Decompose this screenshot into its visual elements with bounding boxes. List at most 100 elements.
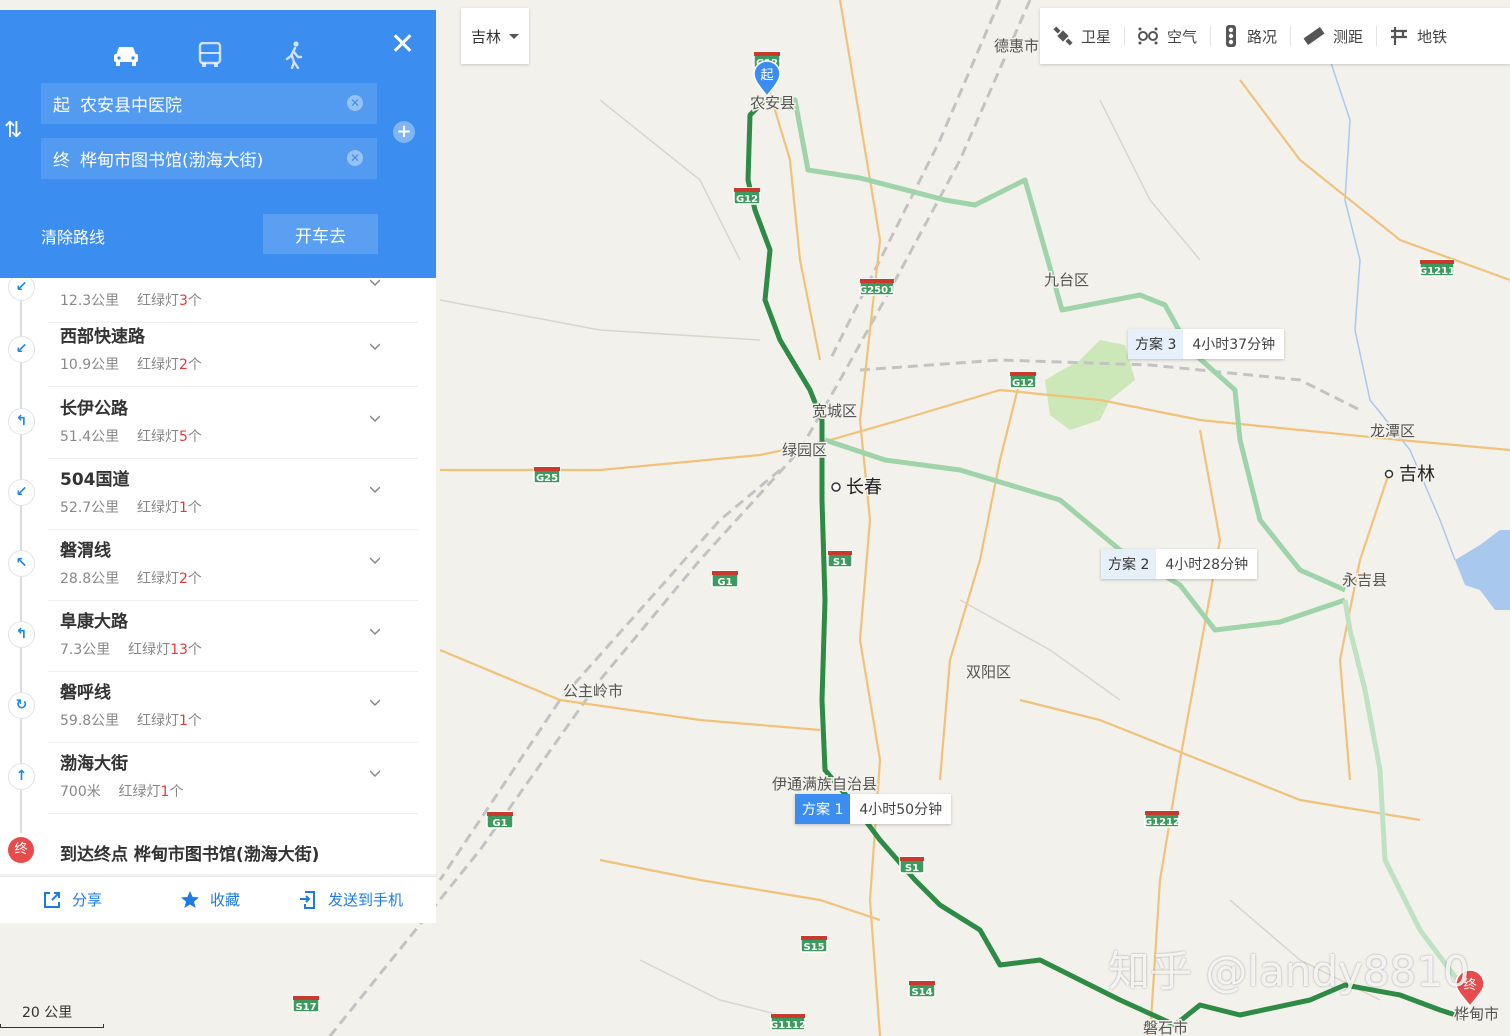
divider [48, 813, 418, 814]
traffic-light-icon [1226, 25, 1237, 47]
clear-route-link[interactable]: 清除路线 [41, 224, 105, 248]
send-to-phone-button[interactable]: 发送到手机 [298, 889, 403, 910]
clear-end-icon[interactable]: ✕ [347, 150, 363, 166]
map-scale: 20 公里 [0, 998, 110, 1036]
chevron-down-icon[interactable] [370, 342, 380, 352]
start-field[interactable]: 起 农安县中医院 ✕ [41, 83, 377, 124]
send-icon [300, 890, 315, 909]
arrow-down-left-icon: ↙ [8, 479, 35, 506]
chevron-down-icon[interactable] [370, 769, 380, 779]
place-huadian: 桦甸市 [1454, 1005, 1499, 1023]
scale-bar [0, 1024, 104, 1028]
place-longtan: 龙潭区 [1370, 422, 1415, 440]
close-icon[interactable]: ✕ [390, 30, 415, 60]
turn-left-icon: ↰ [8, 621, 35, 648]
end-tag: 终 [53, 151, 70, 171]
watermark: 知乎 @landy8810 [1108, 947, 1470, 996]
svg-text:G25: G25 [536, 473, 558, 484]
swap-icon[interactable]: ⇅ [4, 118, 22, 143]
route-step[interactable]: ↻ 磐呼线 59.8公里 红绿灯1个 [0, 672, 436, 743]
route-step[interactable]: ↖ 磐渭线 28.8公里 红绿灯2个 [0, 530, 436, 601]
place-changchun: 长春 [846, 477, 882, 498]
route-step[interactable]: ↰ 长伊公路 51.4公里 红绿灯5个 [0, 388, 436, 459]
walk-icon [285, 41, 303, 69]
plan-time: 4小时37分钟 [1192, 337, 1276, 353]
tool-subway[interactable]: 地铁 [1376, 8, 1460, 64]
tool-measure[interactable]: 测距 [1290, 8, 1376, 64]
plan-number: 方案 2 [1101, 549, 1157, 579]
star-icon [181, 890, 199, 908]
step-meta: 7.3公里 红绿灯13个 [60, 642, 202, 658]
tool-satellite[interactable]: 卫星 [1040, 8, 1124, 64]
map-toolbar: 卫星 空气 路况 测距 地铁 [1040, 8, 1510, 64]
svg-text:G2501: G2501 [859, 285, 895, 296]
step-meta: 28.8公里 红绿灯2个 [60, 571, 202, 587]
route-step[interactable]: ↙ 504国道 52.7公里 红绿灯1个 [0, 459, 436, 530]
turn-left-icon: ↰ [8, 408, 35, 435]
scale-label: 20 公里 [22, 1005, 73, 1021]
city-label: 吉林 [470, 27, 501, 46]
share-button[interactable]: 分享 [42, 889, 102, 910]
tool-air[interactable]: 空气 [1124, 8, 1210, 64]
place-shuangyang: 双阳区 [966, 663, 1011, 681]
svg-text:S1: S1 [833, 557, 847, 568]
route-step[interactable]: ↰ 阜康大路 7.3公里 红绿灯13个 [0, 601, 436, 672]
mode-bus[interactable] [193, 38, 227, 72]
step-meta: 12.3公里 红绿灯3个 [60, 293, 202, 309]
chevron-down-icon[interactable] [370, 414, 380, 424]
place-nongan: 农安县 [750, 94, 795, 112]
city-dot-changchun [831, 482, 841, 492]
route-steps-list[interactable]: ↙ 12.3公里 红绿灯3个 ↙ 西部快速路 10.9公里 红绿灯2个 ↰ 长伊… [0, 278, 436, 874]
svg-text:S14: S14 [911, 987, 932, 998]
step-road: 磐渭线 [60, 541, 111, 561]
arrive-destination[interactable]: 终 到达终点 桦甸市图书馆(渤海大街) [0, 834, 436, 874]
route-panel-header: ✕ ⇅ 起 农安县中医院 ✕ 终 桦甸市图书馆(渤海大街) ✕ + 清除路线 开… [0, 10, 436, 278]
chevron-down-icon[interactable] [370, 627, 380, 637]
ruler-icon [1303, 26, 1325, 46]
step-road: 西部快速路 [60, 327, 145, 347]
chevron-down-icon[interactable] [370, 278, 380, 288]
route-step[interactable]: ↑ 渤海大街 700米 红绿灯1个 [0, 743, 436, 814]
arrow-down-left-icon: ↙ [8, 336, 35, 363]
city-selector[interactable]: 吉林 [461, 8, 529, 64]
svg-text:起: 起 [760, 68, 773, 83]
place-jiutai: 九台区 [1044, 271, 1089, 289]
place-dehui: 德惠市 [994, 37, 1039, 55]
favorite-button[interactable]: 收藏 [180, 889, 240, 910]
svg-text:G12: G12 [736, 194, 758, 205]
plan-number: 方案 3 [1128, 329, 1184, 359]
step-road: 渤海大街 [60, 754, 128, 774]
place-panshi: 磐石市 [1143, 1019, 1188, 1036]
subway-icon [1391, 27, 1408, 45]
step-road: 阜康大路 [60, 612, 128, 632]
arrive-text: 到达终点 桦甸市图书馆(渤海大街) [60, 845, 320, 865]
route-step[interactable]: ↙ 西部快速路 10.9公里 红绿灯2个 [0, 316, 436, 387]
add-waypoint-icon[interactable]: + [393, 121, 415, 143]
mode-walk[interactable] [277, 38, 311, 72]
drive-go-button[interactable]: 开车去 [263, 214, 378, 254]
chevron-down-icon[interactable] [370, 698, 380, 708]
satellite-icon [1053, 26, 1073, 46]
air-icon [1138, 27, 1159, 45]
start-tag: 起 [53, 96, 70, 116]
chevron-down-icon[interactable] [370, 556, 380, 566]
route-panel-footer: 分享 收藏 发送到手机 [0, 876, 436, 923]
step-meta: 59.8公里 红绿灯1个 [60, 713, 202, 729]
place-yongji: 永吉县 [1342, 571, 1387, 589]
place-kuancheng: 宽城区 [812, 402, 857, 420]
step-road: 504国道 [60, 470, 130, 490]
end-field[interactable]: 终 桦甸市图书馆(渤海大街) ✕ [41, 138, 377, 179]
plan-1-tag[interactable]: 方案 1 4小时50分钟 [795, 794, 952, 824]
svg-text:S17: S17 [295, 1002, 316, 1013]
mode-car[interactable] [109, 38, 143, 72]
tool-traffic[interactable]: 路况 [1210, 8, 1290, 64]
end-value: 桦甸市图书馆(渤海大街) [80, 151, 264, 171]
arrow-up-icon: ↑ [8, 763, 35, 790]
divider [48, 386, 418, 387]
clear-start-icon[interactable]: ✕ [347, 95, 363, 111]
chevron-down-icon[interactable] [370, 485, 380, 495]
plan-number: 方案 1 [795, 794, 851, 824]
step-meta: 10.9公里 红绿灯2个 [60, 357, 202, 373]
plan-3-tag[interactable]: 方案 3 4小时37分钟 [1128, 329, 1285, 359]
plan-2-tag[interactable]: 方案 2 4小时28分钟 [1101, 549, 1258, 579]
